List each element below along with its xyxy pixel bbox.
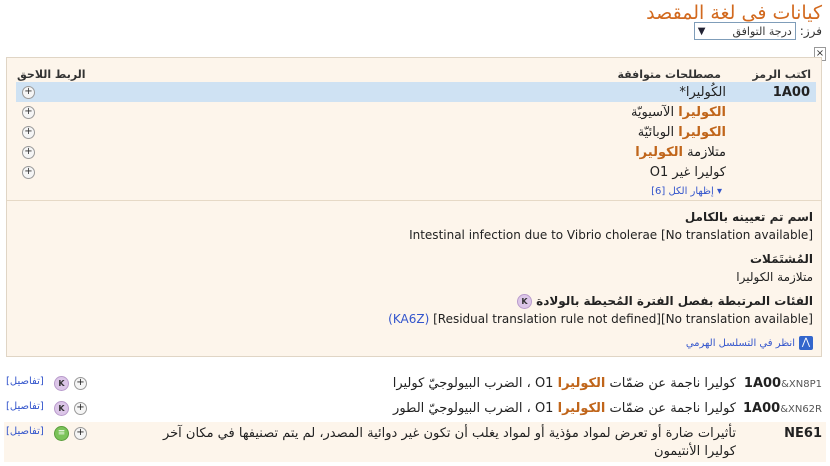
term-row[interactable]: + الكوليرا الوبائيّة	[16, 122, 816, 142]
add-icon[interactable]: +	[22, 145, 35, 159]
result-code: 1A00&XN8P1	[743, 376, 822, 391]
fully-specified-title: اسم تم تعيينه بالكامل	[684, 210, 813, 224]
add-icon[interactable]: +	[22, 105, 35, 119]
k-badge-icon: K	[54, 401, 69, 416]
chevron-down-icon: ▼	[697, 25, 706, 37]
chevron-down-icon: ▾	[716, 186, 722, 197]
fully-specified-text: Intestinal infection due to Vibrio chole…	[409, 228, 813, 242]
entity-detail-panel: اكتب الرمز مصطلحات متوافقة الربط اللاحق …	[6, 57, 822, 357]
add-icon[interactable]: +	[22, 85, 35, 99]
result-text: كوليرا ناجمة عن ضمّات الكوليرا O1 ، الضر…	[392, 376, 736, 391]
result-row[interactable]: [تفاصيل] ≡ + تأثيرات ضارة أو تعرض لمواد …	[4, 422, 826, 462]
term-text: الكوليرا الوبائيّة	[637, 124, 726, 140]
add-icon[interactable]: +	[74, 377, 87, 390]
term-text: الكوليرا الآسيويّة	[630, 104, 726, 120]
up-arrow-icon: ⋀	[799, 336, 813, 350]
perinatal-code-link[interactable]: (KA6Z)	[388, 312, 429, 326]
term-text: الكُوليرا*	[679, 84, 726, 100]
result-row[interactable]: [تفاصيل] K + كوليرا ناجمة عن ضمّات الكول…	[4, 372, 826, 396]
result-code: 1A00&XN62R	[742, 401, 822, 416]
add-icon[interactable]: +	[74, 427, 87, 440]
perinatal-text: (KA6Z) [Residual translation rule not de…	[388, 312, 813, 326]
list-badge-icon: ≡	[54, 426, 69, 441]
result-text: كوليرا ناجمة عن ضمّات الكوليرا O1 ، الضر…	[393, 401, 736, 416]
col-header-terms: مصطلحات متوافقة	[617, 68, 721, 81]
sort-select-value: درجة التوافق	[732, 24, 792, 38]
entity-code: 1A00	[772, 84, 810, 100]
k-badge-icon: K	[54, 376, 69, 391]
sort-label: فرز:	[799, 24, 822, 38]
inclusions-text: متلازمة الكوليرا	[736, 270, 813, 284]
show-all-link[interactable]: ▾ إظهار الكل [6]	[16, 186, 722, 197]
result-text: تأثيرات ضارة أو تعرض لمواد مؤذية أو لموا…	[162, 426, 736, 441]
term-text: كوليرا غير O1	[649, 164, 726, 180]
term-row[interactable]: + كوليرا غير O1	[16, 162, 816, 182]
col-header-code: اكتب الرمز	[752, 68, 811, 81]
add-icon[interactable]: +	[22, 125, 35, 139]
details-link[interactable]: [تفاصيل]	[6, 426, 44, 437]
perinatal-title: الفئات المرتبطة بفصل الفترة المُحيطة بال…	[516, 294, 813, 309]
result-code: NE61	[784, 426, 822, 441]
details-link[interactable]: [تفاصيل]	[6, 376, 44, 387]
divider	[7, 200, 821, 201]
col-header-postcoord: الربط اللاحق	[17, 68, 86, 81]
inclusions-title: المُشتَمَلات	[750, 252, 813, 266]
add-icon[interactable]: +	[74, 402, 87, 415]
term-row[interactable]: + الكُوليرا* 1A00	[16, 82, 816, 102]
result-text-line2: كوليرا الأنتيمون	[654, 444, 736, 459]
k-badge-icon: K	[516, 294, 532, 309]
sort-bar: فرز: درجة التوافق ▼	[693, 22, 822, 40]
add-icon[interactable]: +	[22, 165, 35, 179]
term-row[interactable]: + متلازمة الكوليرا	[16, 142, 816, 162]
term-row[interactable]: + الكوليرا الآسيويّة	[16, 102, 816, 122]
term-text: متلازمة الكوليرا	[635, 144, 726, 160]
hierarchy-link[interactable]: ⋀ انظر في التسلسل الهرمي	[686, 336, 813, 350]
result-row[interactable]: [تفاصيل] K + كوليرا ناجمة عن ضمّات الكول…	[4, 397, 826, 421]
details-link[interactable]: [تفاصيل]	[6, 401, 44, 412]
sort-select[interactable]: درجة التوافق ▼	[693, 22, 796, 40]
